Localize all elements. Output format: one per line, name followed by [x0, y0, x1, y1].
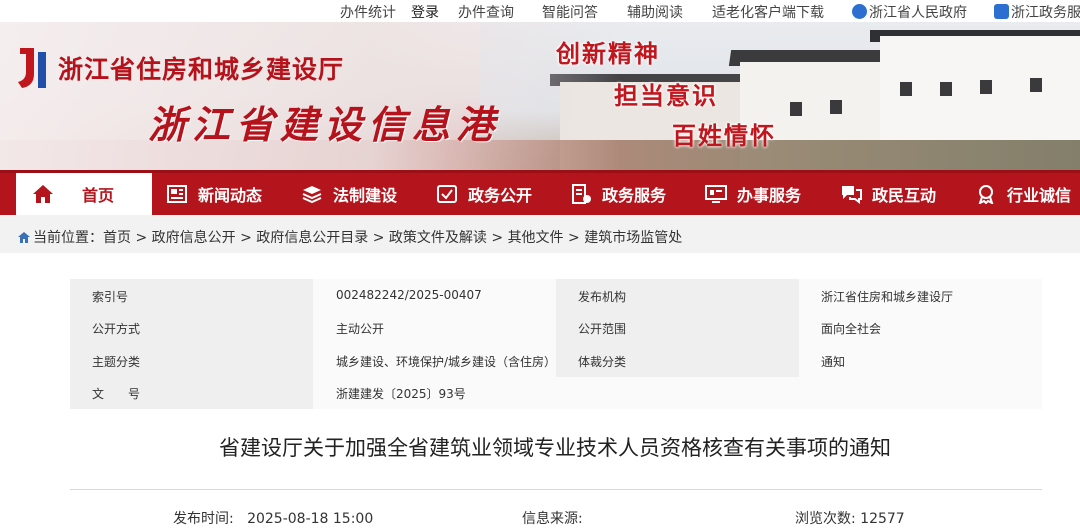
top-utility-bar: 办件统计 登录 办件查询 智能问答 辅助阅读 适老化客户端下载 浙江省人民政府 …	[0, 0, 1080, 22]
zj-gov-service-link[interactable]: 浙江政务服	[994, 2, 1080, 22]
department-logo-icon	[18, 48, 46, 88]
layers-icon	[302, 186, 322, 204]
nav-item-interaction[interactable]: 政民互动	[840, 173, 936, 215]
breadcrumb-market-supervision[interactable]: 建筑市场监管处	[584, 230, 682, 246]
nav-item-label: 政民互动	[872, 186, 937, 205]
disclosure-scope-label: 公开范围	[578, 322, 627, 336]
main-nav: 首页 新闻动态 法制建设 政务公开 政务服务 办事服务 政民互动 行业诚信	[0, 170, 1080, 215]
qa-link[interactable]: 智能问答	[542, 2, 598, 22]
breadcrumb-separator: >	[235, 230, 257, 246]
topic-value: 城乡建设、环境保护/城乡建设（含住房）	[336, 355, 557, 369]
slogan-innovation: 创新精神	[556, 39, 660, 68]
nav-item-legal[interactable]: 法制建设	[301, 173, 397, 215]
metadata-row: 文 号 浙建建发〔2025〕93号	[70, 376, 1042, 408]
breadcrumb-separator: >	[563, 230, 585, 246]
header-banner: 浙江省住房和城乡建设厅 浙江省建设信息港 创新精神 担当意识 百姓情怀	[0, 22, 1080, 170]
banner-window	[1030, 78, 1042, 92]
nav-item-affairs[interactable]: 办事服务	[705, 173, 801, 215]
view-count-label: 浏览次数:	[795, 511, 856, 527]
breadcrumb-prefix: 当前位置：	[33, 230, 103, 246]
reading-aid-link[interactable]: 辅助阅读	[627, 2, 683, 22]
metadata-row: 索引号 002482242/2025-00407 发布机构 浙江省住房和城乡建设…	[70, 279, 1042, 311]
banner-window	[790, 102, 802, 116]
nav-item-credit[interactable]: 行业诚信	[975, 173, 1071, 215]
disclosure-icon	[437, 185, 457, 203]
publisher-value: 浙江省住房和城乡建设厅	[821, 290, 954, 304]
publish-time-label: 发布时间:	[173, 511, 234, 527]
nav-item-label: 行业诚信	[1007, 186, 1072, 205]
nav-item-label: 新闻动态	[198, 186, 263, 205]
article-title: 省建设厅关于加强全省建筑业领域专业技术人员资格核查有关事项的通知	[219, 436, 891, 460]
nav-item-label: 首页	[82, 186, 115, 205]
banner-window	[980, 80, 992, 94]
chat-icon	[842, 186, 862, 204]
genre-value: 通知	[821, 355, 846, 369]
document-metadata-table: 索引号 002482242/2025-00407 发布机构 浙江省住房和城乡建设…	[70, 279, 1042, 409]
site-title: 浙江省建设信息港	[148, 102, 501, 147]
index-label: 索引号	[92, 290, 129, 304]
elderly-app-download-link[interactable]: 适老化客户端下载	[712, 2, 824, 22]
login-link[interactable]: 登录	[411, 2, 439, 22]
location-home-icon	[18, 232, 30, 243]
stats-link[interactable]: 办件统计	[340, 2, 396, 22]
badge-icon	[978, 185, 994, 204]
monitor-icon	[705, 185, 727, 203]
breadcrumb-policy-docs[interactable]: 政策文件及解读	[389, 230, 487, 246]
nav-item-label: 政务服务	[602, 186, 667, 205]
breadcrumb-separator: >	[368, 230, 389, 246]
info-source-label: 信息来源:	[522, 511, 583, 527]
breadcrumb-bar: 当前位置：首页 > 政府信息公开 > 政府信息公开目录 > 政策文件及解读 > …	[0, 215, 1080, 253]
publisher-label: 发布机构	[578, 290, 627, 304]
publish-time-value: 2025-08-18 15:00	[247, 511, 374, 527]
doc-number-label: 文 号	[92, 387, 141, 401]
metadata-row: 主题分类 城乡建设、环境保护/城乡建设（含住房） 体裁分类 通知	[70, 344, 1042, 376]
view-count-value: 12577	[860, 511, 905, 527]
breadcrumb-gov-info-catalog[interactable]: 政府信息公开目录	[256, 230, 368, 246]
disclosure-method-value: 主动公开	[336, 322, 385, 336]
provincial-gov-link[interactable]: 浙江省人民政府	[852, 2, 967, 22]
disclosure-scope-value: 面向全社会	[821, 322, 882, 336]
breadcrumb: 当前位置：首页 > 政府信息公开 > 政府信息公开目录 > 政策文件及解读 > …	[18, 227, 682, 247]
disclosure-method-label: 公开方式	[92, 322, 141, 336]
zj-gov-service-label: 浙江政务服	[1011, 5, 1080, 21]
breadcrumb-home[interactable]: 首页	[103, 230, 131, 246]
publish-time: 发布时间: 2025-08-18 15:00	[173, 508, 373, 528]
news-icon	[167, 185, 187, 203]
topic-label: 主题分类	[92, 355, 141, 369]
banner-window	[900, 82, 912, 96]
banner-window	[830, 100, 842, 114]
home-icon	[33, 185, 53, 203]
service-icon	[572, 184, 591, 204]
title-divider	[70, 489, 1042, 490]
government-emblem-icon	[852, 4, 867, 19]
breadcrumb-gov-info[interactable]: 政府信息公开	[152, 230, 236, 246]
genre-label: 体裁分类	[578, 355, 627, 369]
gov-service-icon	[994, 4, 1009, 19]
nav-item-label: 办事服务	[737, 186, 802, 205]
banner-window	[940, 82, 952, 96]
nav-item-gov-service[interactable]: 政务服务	[570, 173, 666, 215]
breadcrumb-other-docs[interactable]: 其他文件	[508, 230, 564, 246]
department-title: 浙江省住房和城乡建设厅	[58, 55, 345, 84]
provincial-gov-label: 浙江省人民政府	[869, 5, 967, 21]
nav-item-label: 政务公开	[468, 186, 533, 205]
view-count: 浏览次数: 12577	[795, 508, 905, 528]
info-source: 信息来源:	[522, 508, 583, 528]
nav-item-news[interactable]: 新闻动态	[166, 173, 262, 215]
slogan-people: 百姓情怀	[672, 121, 776, 150]
breadcrumb-separator: >	[486, 230, 508, 246]
metadata-row: 公开方式 主动公开 公开范围 面向全社会	[70, 311, 1042, 343]
slogan-responsibility: 担当意识	[614, 81, 718, 110]
nav-item-home[interactable]: 首页	[16, 173, 152, 215]
nav-item-label: 法制建设	[333, 186, 398, 205]
query-link[interactable]: 办件查询	[458, 2, 514, 22]
nav-item-disclosure[interactable]: 政务公开	[436, 173, 532, 215]
doc-number-value: 浙建建发〔2025〕93号	[336, 387, 466, 401]
breadcrumb-separator: >	[131, 230, 152, 246]
index-value: 002482242/2025-00407	[336, 288, 482, 302]
